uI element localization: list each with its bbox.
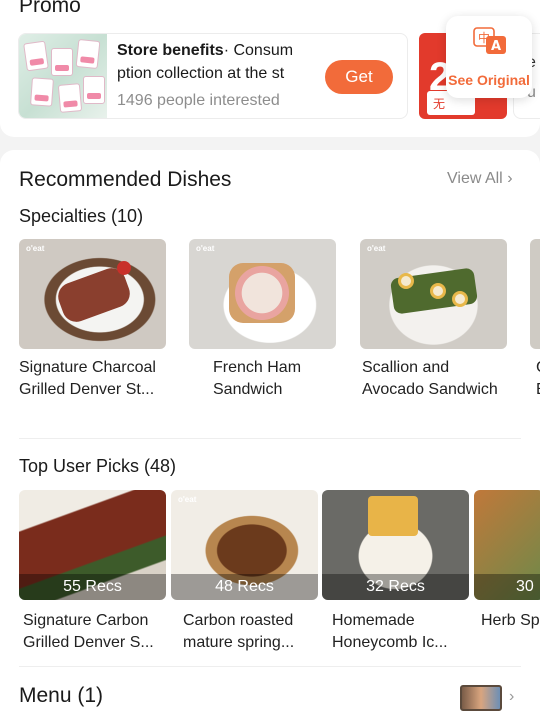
pick-image: 32 Recs: [322, 490, 469, 600]
svg-text:A: A: [491, 39, 501, 54]
dish-name-line2: Sandwich: [213, 381, 283, 398]
benefit-title: Store benefits: [117, 42, 224, 59]
chevron-right-icon: ›: [507, 170, 513, 187]
dish-name-line2: E: [536, 379, 540, 401]
dish-image: [530, 239, 540, 349]
translate-icon: 中 A: [473, 27, 506, 54]
recommended-section: Recommended Dishes View All › Specialtie…: [0, 150, 540, 720]
pick-name-line2: Grilled Denver S...: [23, 634, 154, 651]
store-benefit-card[interactable]: Store benefits· Consum ption collection …: [18, 33, 408, 119]
recommended-title: Recommended Dishes: [19, 168, 232, 191]
divider: [19, 666, 521, 667]
pick-name-line1: Homemade: [332, 612, 415, 629]
dish-name-line2: Grilled Denver St...: [19, 381, 155, 398]
pick-image: 55 Recs: [19, 490, 166, 600]
recs-count: 32 Recs: [322, 574, 469, 600]
pick-name-line2: Honeycomb Ic...: [332, 634, 448, 651]
get-button[interactable]: Get: [325, 60, 393, 94]
chevron-right-icon[interactable]: ›: [509, 688, 514, 706]
dish-name-line1: Scallion and: [362, 359, 450, 376]
dish-image: o'eat: [360, 239, 507, 349]
benefit-desc-1: · Consum: [223, 42, 294, 59]
pick-name-line2: mature spring...: [183, 634, 295, 651]
top-picks-title: Top User Picks (48): [19, 456, 177, 476]
dish-image: o'eat: [189, 239, 336, 349]
recs-count: 30: [474, 574, 540, 600]
pick-card[interactable]: 55 Recs Signature Carbon Grilled Denver S…: [19, 490, 166, 651]
promo-title: Promo: [19, 0, 81, 17]
dish-name-line2: Avocado Sandwich: [362, 381, 498, 398]
dish-name-line1: C: [536, 357, 540, 379]
interested-count: 1496 people interested: [117, 92, 280, 109]
dish-card[interactable]: o'eat French Ham Sandwich: [189, 239, 336, 398]
pick-card[interactable]: o'eat 48 Recs Carbon roasted mature sprin…: [171, 490, 318, 651]
specialties-title: Specialties (10): [19, 206, 144, 226]
see-original-label: See Original: [448, 72, 530, 88]
pick-name-line1: Herb Sp: [481, 612, 540, 629]
menu-thumbnail[interactable]: [460, 685, 502, 711]
pick-image: o'eat 48 Recs: [171, 490, 318, 600]
calendar-sheet-text: 无: [433, 97, 446, 111]
pick-name-line1: Signature Carbon: [23, 612, 149, 629]
dish-card[interactable]: o'eat Signature Charcoal Grilled Denver S…: [19, 239, 166, 398]
pick-image: 30: [474, 490, 540, 600]
dish-name-line1: French Ham: [213, 359, 302, 376]
benefit-thumbnail: [19, 34, 107, 118]
pick-card[interactable]: 32 Recs Homemade Honeycomb Ic...: [322, 490, 469, 651]
view-all-label: View All: [447, 170, 503, 187]
benefit-desc-2: ption collection at the st: [117, 65, 285, 82]
dish-name-line1: Signature Charcoal: [19, 359, 156, 376]
pick-name-line1: Carbon roasted: [183, 612, 294, 629]
dish-image: o'eat: [19, 239, 166, 349]
recs-count: 55 Recs: [19, 574, 166, 600]
menu-title[interactable]: Menu (1): [19, 684, 103, 708]
divider: [19, 438, 521, 439]
dish-card[interactable]: CE: [530, 239, 540, 398]
see-original-button[interactable]: 中 A See Original: [446, 16, 532, 98]
recs-count: 48 Recs: [171, 574, 318, 600]
dish-card[interactable]: o'eat Scallion and Avocado Sandwich: [360, 239, 507, 398]
pick-card[interactable]: 30 Herb Sp: [474, 490, 540, 629]
view-all-link[interactable]: View All ›: [447, 170, 513, 188]
